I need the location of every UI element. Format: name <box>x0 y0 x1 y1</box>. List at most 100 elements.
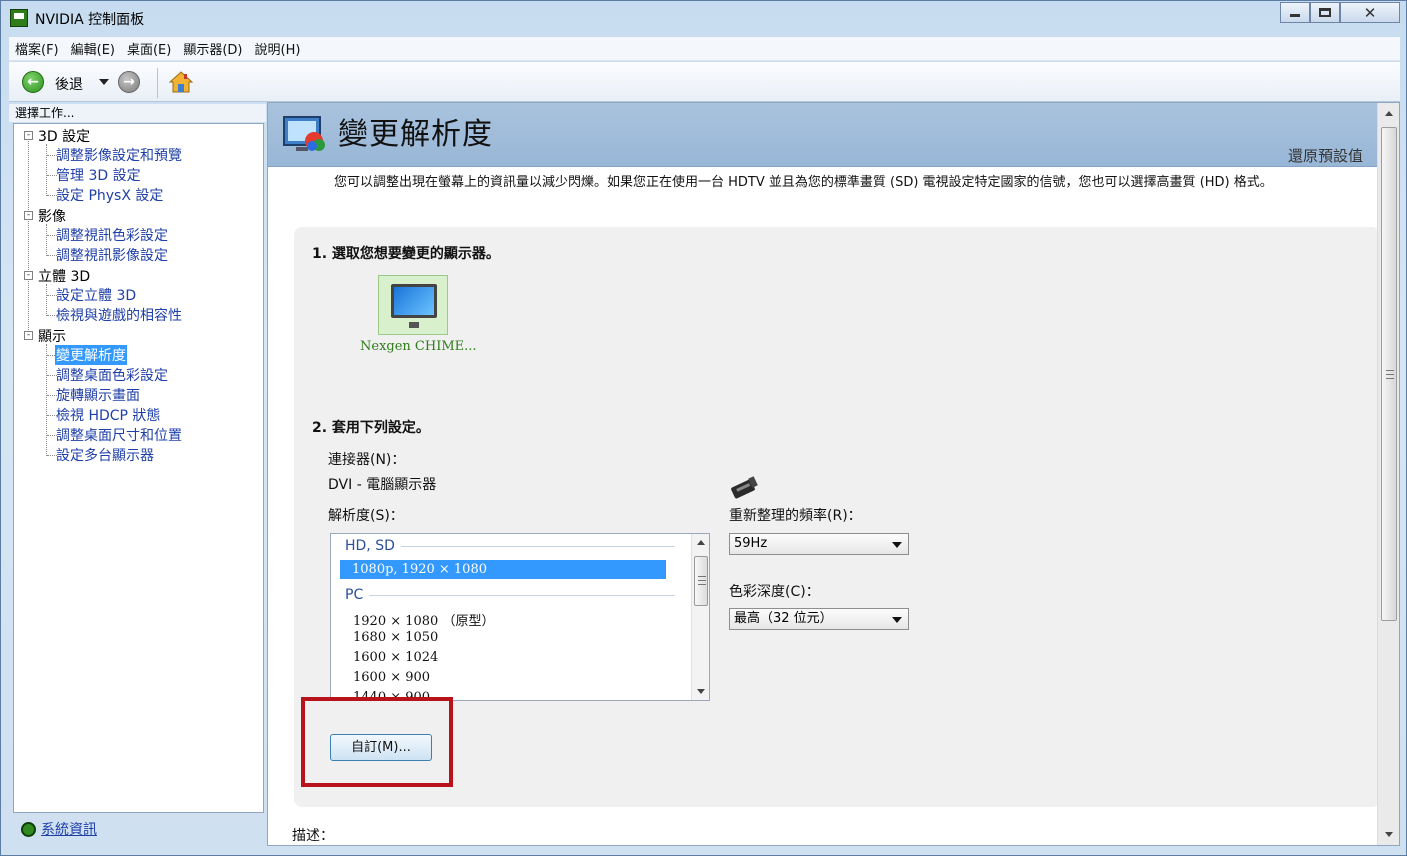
resolution-item[interactable]: 1600 × 900 <box>353 670 430 685</box>
grip-line <box>698 584 706 585</box>
resolution-item-selected[interactable]: 1080p, 1920 × 1080 <box>340 560 666 579</box>
tree-group-display[interactable]: 顯示 <box>38 326 66 346</box>
group-hd-sd-label: HD, SD <box>345 538 395 554</box>
grip-line <box>698 576 706 577</box>
scroll-up-icon[interactable] <box>1385 111 1393 116</box>
sidebar-item-change-resolution[interactable]: 變更解析度 <box>55 345 127 365</box>
scroll-thumb[interactable] <box>694 556 708 606</box>
title-bar: NVIDIA 控制面板 ✕ <box>1 1 1406 35</box>
chevron-down-icon <box>892 542 902 548</box>
connector-value: DVI - 電腦顯示器 <box>328 477 437 493</box>
monitor-icon <box>391 284 437 318</box>
task-pane-header: 選擇工作... <box>9 104 266 122</box>
grip-line <box>1386 378 1394 379</box>
display-resolution-icon <box>283 116 325 151</box>
group-pc-label: PC <box>345 587 364 603</box>
group-pc: PC <box>345 587 675 603</box>
sidebar-item-video-color[interactable]: 調整視訊色彩設定 <box>56 225 168 245</box>
collapse-3d-settings-icon[interactable]: - <box>24 131 33 140</box>
sidebar-item-desktop-size-position[interactable]: 調整桌面尺寸和位置 <box>56 425 182 445</box>
settings-panel: 1. 選取您想要變更的顯示器。 Nexgen CHIME... 2. 套用下列設… <box>294 227 1380 807</box>
menu-file[interactable]: 檔案(F) <box>15 39 59 58</box>
menu-display[interactable]: 顯示器(D) <box>183 39 242 58</box>
minimize-icon <box>1290 14 1300 17</box>
collapse-video-icon[interactable]: - <box>24 211 33 220</box>
resolution-scrollbar[interactable] <box>691 534 709 700</box>
scroll-up-icon[interactable] <box>697 540 705 545</box>
sidebar-item-physx[interactable]: 設定 PhysX 設定 <box>56 185 163 205</box>
window-controls: ✕ <box>1280 2 1400 23</box>
description-label: 描述： <box>292 828 334 844</box>
group-divider <box>400 545 675 547</box>
sidebar-item-manage-3d[interactable]: 管理 3D 設定 <box>56 165 141 185</box>
chevron-down-icon <box>892 617 902 623</box>
tree-line <box>46 284 47 316</box>
resolution-item[interactable]: 1680 × 1050 <box>353 630 438 645</box>
main-scrollbar[interactable] <box>1377 103 1399 845</box>
sidebar-item-game-compatibility[interactable]: 檢視與遊戲的相容性 <box>56 305 182 325</box>
toolbar-separator <box>157 68 158 98</box>
color-depth-select[interactable]: 最高（32 位元） <box>729 608 909 630</box>
menu-edit[interactable]: 編輯(E) <box>71 39 115 58</box>
resolution-item[interactable]: 1920 × 1080 （原型） <box>353 610 494 629</box>
collapse-stereo-3d-icon[interactable]: - <box>24 271 33 280</box>
sidebar-item-hdcp-status[interactable]: 檢視 HDCP 狀態 <box>56 405 160 425</box>
grip-line <box>698 580 706 581</box>
dvi-connector-icon <box>731 476 758 499</box>
history-dropdown-icon[interactable] <box>99 79 109 85</box>
group-divider <box>369 594 675 596</box>
intro-text: 您可以調整出現在螢幕上的資訊量以減少閃爍。如果您正在使用一台 HDTV 並且為您… <box>334 175 1273 190</box>
sidebar-item-adjust-image-preview[interactable]: 調整影像設定和預覽 <box>56 145 182 165</box>
back-button-label[interactable]: 後退 <box>55 74 83 94</box>
refresh-rate-label: 重新整理的頻率(R)： <box>729 508 862 524</box>
monitor-name-label[interactable]: Nexgen CHIME... <box>360 339 477 354</box>
scroll-down-icon[interactable] <box>1385 832 1393 837</box>
nvidia-control-panel-window: NVIDIA 控制面板 ✕ 檔案(F) 編輯(E) 桌面(E) 顯示器(D) 說… <box>0 0 1407 856</box>
tree-line <box>28 138 29 338</box>
grip-line <box>1386 374 1394 375</box>
minimize-button[interactable] <box>1280 2 1310 23</box>
sidebar-item-video-image[interactable]: 調整視訊影像設定 <box>56 245 168 265</box>
menu-help[interactable]: 說明(H) <box>255 39 301 58</box>
collapse-display-icon[interactable]: - <box>24 331 33 340</box>
maximize-icon <box>1319 8 1331 17</box>
resolution-listbox[interactable]: HD, SD 1080p, 1920 × 1080 PC 1920 × 1080… <box>330 533 710 701</box>
page-header: 變更解析度 還原預設值 <box>268 103 1377 167</box>
maximize-button[interactable] <box>1310 2 1340 23</box>
grip-line <box>1386 370 1394 371</box>
menu-bar: 檔案(F) 編輯(E) 桌面(E) 顯示器(D) 說明(H) <box>9 37 1400 61</box>
tree-group-video[interactable]: 影像 <box>38 206 66 226</box>
tree-group-stereo-3d[interactable]: 立體 3D <box>38 266 90 286</box>
tree-line <box>46 344 47 456</box>
resolution-label: 解析度(S)： <box>328 508 404 524</box>
step2-heading: 2. 套用下列設定。 <box>312 420 430 436</box>
forward-arrow-icon[interactable]: → <box>118 71 140 93</box>
sidebar-item-desktop-color[interactable]: 調整桌面色彩設定 <box>56 365 168 385</box>
scroll-thumb[interactable] <box>1381 127 1397 621</box>
connector-label: 連接器(N)： <box>328 452 406 468</box>
nvidia-app-icon <box>10 9 28 27</box>
toolbar: ← 後退 → <box>9 62 1400 102</box>
sidebar-item-set-stereo-3d[interactable]: 設定立體 3D <box>56 285 136 305</box>
home-icon[interactable] <box>169 70 193 94</box>
tree-line <box>46 224 47 256</box>
system-info-label: 系統資訊 <box>41 822 97 838</box>
annotation-highlight-box <box>301 697 453 787</box>
color-depth-value: 最高（32 位元） <box>734 611 833 626</box>
sidebar-item-multiple-displays[interactable]: 設定多台顯示器 <box>56 445 154 465</box>
tree-line <box>46 144 47 196</box>
monitor-tile[interactable] <box>378 275 448 335</box>
restore-defaults-link[interactable]: 還原預設值 <box>1288 145 1363 166</box>
menu-desktop[interactable]: 桌面(E) <box>127 39 171 58</box>
resolution-item[interactable]: 1600 × 1024 <box>353 650 438 665</box>
system-info-link[interactable]: 系統資訊 <box>21 819 97 839</box>
monitor-stand-icon <box>409 322 419 328</box>
refresh-rate-select[interactable]: 59Hz <box>729 533 909 555</box>
task-tree: - 3D 設定 調整影像設定和預覽 管理 3D 設定 設定 PhysX 設定 -… <box>13 123 264 813</box>
back-arrow-icon[interactable]: ← <box>22 71 44 93</box>
scroll-down-icon[interactable] <box>697 689 705 694</box>
tree-group-3d-settings[interactable]: 3D 設定 <box>38 126 90 146</box>
system-info-icon <box>21 821 36 837</box>
close-button[interactable]: ✕ <box>1340 2 1400 23</box>
sidebar-item-rotate-display[interactable]: 旋轉顯示畫面 <box>56 385 140 405</box>
